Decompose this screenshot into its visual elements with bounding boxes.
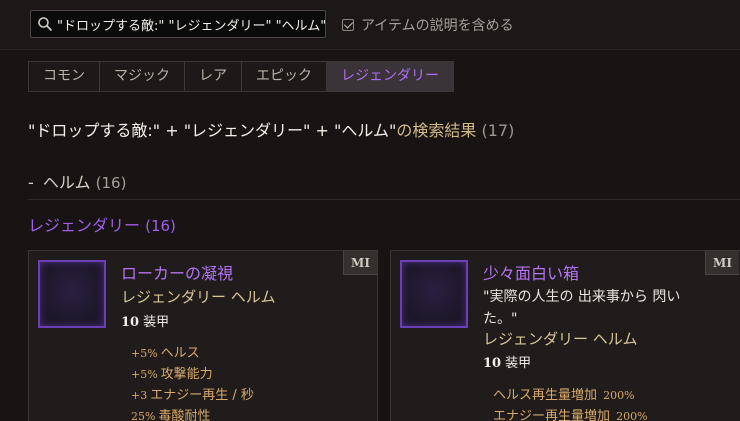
include-description-option[interactable]: アイテムの説明を含める: [342, 15, 514, 35]
item-name[interactable]: ローカーの凝視: [121, 260, 233, 284]
stat-line: +5% 攻撃能力: [131, 367, 213, 382]
item-type: レジェンダリー ヘルム: [483, 330, 638, 348]
armor-value: 10: [483, 356, 502, 371]
results-count: (17): [481, 121, 515, 140]
include-description-label: アイテムの説明を含める: [361, 18, 514, 34]
item-armor: 10 装甲: [121, 311, 169, 330]
section-count: (16): [95, 174, 127, 192]
stat-line: ヘルス再生量増加 200%: [493, 388, 635, 403]
armor-label: 装甲: [143, 315, 170, 330]
stat-line: 25% 毒酸耐性: [131, 409, 211, 421]
collapse-toggle[interactable]: -: [28, 173, 34, 192]
stat-line: エナジー再生量増加 200%: [493, 409, 648, 421]
item-flavor-text: "実際の人生の 出来事から 閃いた。": [483, 289, 681, 327]
search-icon: [38, 17, 53, 32]
item-stats: +5% ヘルス +5% 攻撃能力 +3 エナジー再生 / 秒 25% 毒酸耐性: [131, 343, 254, 421]
tab-common[interactable]: コモン: [29, 62, 100, 91]
section-helm-header[interactable]: - ヘルム (16): [28, 169, 126, 193]
search-input[interactable]: [57, 11, 325, 37]
include-description-checkbox[interactable]: [342, 19, 354, 31]
armor-value: 10: [121, 315, 140, 330]
item-card[interactable]: MI ローカーの凝視 レジェンダリー ヘルム 10 装甲 +5% ヘルス +5% 攻撃…: [28, 250, 378, 421]
item-badge: MI: [705, 251, 739, 275]
stat-line: +3 エナジー再生 / 秒: [131, 388, 254, 403]
rarity-group-header: レジェンダリー (16): [28, 212, 176, 236]
stat-line: +5% ヘルス: [131, 346, 200, 361]
item-name[interactable]: 少々面白い箱: [483, 260, 579, 284]
tab-epic[interactable]: エピック: [242, 62, 327, 91]
item-stats: ヘルス再生量増加 200% エナジー再生量増加 200%: [493, 385, 648, 421]
results-suffix: の検索結果: [396, 121, 477, 140]
rarity-group-title: レジェンダリー: [28, 216, 141, 235]
search-box[interactable]: [30, 10, 326, 38]
tab-magic[interactable]: マジック: [100, 62, 185, 91]
item-armor: 10 装甲: [483, 352, 531, 371]
item-thumbnail: [400, 260, 468, 328]
rarity-group-count: (16): [145, 217, 176, 235]
results-query: "ドロップする敵:" + "レジェンダリー" + "ヘルム": [28, 121, 397, 140]
tab-legendary[interactable]: レジェンダリー: [327, 62, 453, 91]
tab-rare[interactable]: レア: [185, 62, 242, 91]
item-badge: MI: [343, 251, 377, 275]
item-thumbnail: [38, 260, 106, 328]
search-results-title: "ドロップする敵:" + "レジェンダリー" + "ヘルム"の検索結果 (17): [28, 117, 514, 141]
section-title: ヘルム: [42, 173, 91, 192]
item-type: レジェンダリー ヘルム: [121, 288, 276, 306]
rarity-tabs: コモン マジック レア エピック レジェンダリー: [28, 61, 454, 92]
item-card[interactable]: MI 少々面白い箱 "実際の人生の 出来事から 閃いた。" レジェンダリー ヘル…: [390, 250, 740, 421]
armor-label: 装甲: [505, 356, 532, 371]
top-bar: アイテムの説明を含める: [0, 0, 740, 50]
section-divider: [28, 199, 740, 200]
